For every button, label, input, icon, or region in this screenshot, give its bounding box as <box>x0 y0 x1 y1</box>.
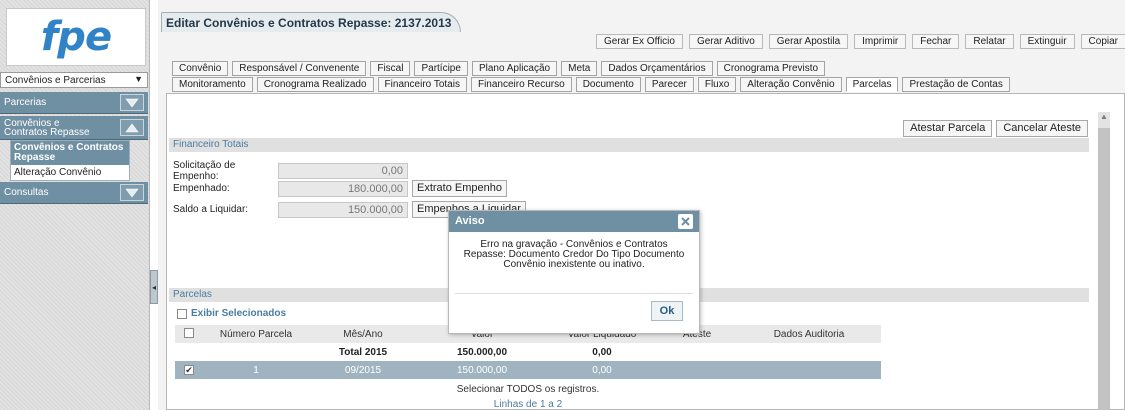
cell-valor: 150.000,00 <box>456 364 508 376</box>
close-icon[interactable] <box>678 214 693 229</box>
sidebar-group-convenios[interactable]: Convênios e Contratos Repasse <box>0 116 148 140</box>
select-all-link[interactable]: Selecionar TODOS os registros. <box>175 384 881 396</box>
dialog-divider <box>455 293 693 294</box>
pagination-info: Linhas de 1 a 2 <box>493 399 563 410</box>
empenhado-value: 180.000,00 <box>278 180 408 197</box>
logo-text: fpe <box>40 14 112 60</box>
copiar-button[interactable]: Copiar <box>1080 34 1125 49</box>
tab-documento[interactable]: Documento <box>575 77 641 92</box>
gerar-apostila-button[interactable]: Gerar Apostila <box>768 34 849 49</box>
exibir-checkbox[interactable] <box>177 308 187 319</box>
sidebar-group-consultas[interactable]: Consultas <box>0 182 148 204</box>
select-all-checkbox[interactable] <box>184 327 194 338</box>
tabs-row-2: Monitoramento Cronograma Realizado Finan… <box>172 77 1010 92</box>
tab-fluxo[interactable]: Fluxo <box>697 77 737 92</box>
tab-alteracao-convenio[interactable]: Alteração Convênio <box>740 77 842 92</box>
tab-dados-orcamentarios[interactable]: Dados Orçamentários <box>601 61 713 76</box>
tab-cronograma-previsto[interactable]: Cronograma Previsto <box>716 61 826 76</box>
sidebar-collapse-handle[interactable]: ◂ <box>150 270 158 304</box>
gerar-ex-officio-button[interactable]: Gerar Ex Officio <box>596 34 683 49</box>
tab-fiscal[interactable]: Fiscal <box>370 61 411 76</box>
tab-prestacao-contas[interactable]: Prestação de Contas <box>902 77 1010 92</box>
imprimir-button[interactable]: Imprimir <box>854 34 907 49</box>
sidebar-item-alteracao-convenio[interactable]: Alteração Convênio <box>11 165 129 180</box>
dialog-title: Aviso <box>455 215 485 227</box>
page-title: Editar Convênios e Contratos Repasse: 21… <box>161 12 461 32</box>
title-bar: Editar Convênios e Contratos Repasse: 21… <box>158 12 1125 32</box>
sidebar-group-label: Consultas <box>4 187 49 198</box>
total-valor: 150.000,00 <box>456 346 508 358</box>
tab-meta[interactable]: Meta <box>561 61 598 76</box>
tab-parcelas[interactable]: Parcelas <box>845 77 899 92</box>
tab-parecer[interactable]: Parecer <box>644 77 694 92</box>
col-dados-auditoria[interactable]: Dados Auditoria <box>737 329 881 340</box>
exibir-selecionados[interactable]: Exibir Selecionados <box>177 308 286 319</box>
cell-mes-ano: 09/2015 <box>344 364 382 376</box>
extrato-empenho-button[interactable]: Extrato Empenho <box>412 180 507 197</box>
cell-liquidado: 0,00 <box>592 364 612 376</box>
sidebar: fpe Convênios e Parcerias ▼ Parcerias Co… <box>0 0 150 410</box>
sidebar-group-parcerias[interactable]: Parcerias <box>0 92 148 114</box>
tab-responsavel[interactable]: Responsável / Convenente <box>232 61 367 76</box>
tab-monitoramento[interactable]: Monitoramento <box>172 77 253 92</box>
dialog-header: Aviso <box>449 211 699 232</box>
module-select-value: Convênios e Parcerias <box>5 74 106 86</box>
empenhado-label: Empenhado: <box>173 183 230 194</box>
total-label: Total 2015 <box>338 346 388 358</box>
toolbar: Gerar Ex Officio Gerar Aditivo Gerar Apo… <box>596 34 1125 49</box>
sidebar-group-label: Parcerias <box>4 97 47 108</box>
sidebar-submenu: Convênios e Contratos Repasse Alteração … <box>10 140 130 181</box>
dialog-message: Erro na gravação - Convênios e Contratos… <box>463 239 685 270</box>
table-total-row: Total 2015 150.000,00 0,00 <box>175 343 881 361</box>
scroll-up-icon[interactable]: ▲ <box>1098 112 1110 126</box>
tab-convenio[interactable]: Convênio <box>172 61 229 76</box>
col-numero[interactable]: Número Parcela <box>203 329 309 340</box>
solicitacao-row: Solicitação de Empenho: 0,00 <box>173 160 408 182</box>
table-row[interactable]: ✔ 1 09/2015 150.000,00 0,00 <box>175 361 881 379</box>
empenhado-row: Empenhado: 180.000,00 Extrato Empenho <box>173 180 507 197</box>
scrollbar[interactable]: ▲ <box>1098 112 1110 410</box>
chevron-down-icon: ▼ <box>134 74 143 84</box>
tab-cronograma-realizado[interactable]: Cronograma Realizado <box>256 77 374 92</box>
exibir-label: Exibir Selecionados <box>191 308 287 319</box>
logo: fpe <box>6 8 146 66</box>
solicitacao-value: 0,00 <box>278 163 408 179</box>
saldo-label: Saldo a Liquidar: <box>173 204 249 215</box>
aviso-dialog: Aviso Erro na gravação - Convênios e Con… <box>448 210 700 334</box>
main-panel: Editar Convênios e Contratos Repasse: 21… <box>158 0 1125 410</box>
fechar-button[interactable]: Fechar <box>912 34 960 49</box>
solicitacao-label: Solicitação de Empenho: <box>173 160 236 182</box>
cancelar-ateste-button[interactable]: Cancelar Ateste <box>996 120 1088 137</box>
scroll-thumb[interactable] <box>1098 128 1110 410</box>
expand-icon[interactable] <box>120 94 144 111</box>
cell-numero: 1 <box>253 364 259 376</box>
tab-financeiro-totais[interactable]: Financeiro Totais <box>377 77 467 92</box>
col-mes-ano[interactable]: Mês/Ano <box>309 329 417 340</box>
row-checkbox[interactable]: ✔ <box>184 364 194 375</box>
collapse-icon[interactable] <box>120 119 144 136</box>
gerar-aditivo-button[interactable]: Gerar Aditivo <box>688 34 763 49</box>
tab-plano-aplicacao[interactable]: Plano Aplicação <box>471 61 558 76</box>
sidebar-item-convenios-repasse[interactable]: Convênios e Contratos Repasse <box>11 141 129 165</box>
financeiro-section-title: Financeiro Totais <box>169 138 1089 152</box>
tabs-row-1: Convênio Responsável / Convenente Fiscal… <box>172 61 826 76</box>
saldo-value: 150.000,00 <box>278 201 408 218</box>
total-liquidado: 0,00 <box>592 346 612 358</box>
sidebar-group-label: Convênios e Contratos Repasse <box>4 117 90 138</box>
expand-icon[interactable] <box>120 184 144 201</box>
extinguir-button[interactable]: Extinguir <box>1019 34 1075 49</box>
module-select[interactable]: Convênios e Parcerias ▼ <box>0 72 148 88</box>
relatar-button[interactable]: Relatar <box>965 34 1014 49</box>
parcela-actions: Atestar Parcela Cancelar Ateste <box>903 120 1088 137</box>
tab-participe[interactable]: Partícipe <box>414 61 468 76</box>
tab-financeiro-recurso[interactable]: Financeiro Recurso <box>470 77 572 92</box>
atestar-parcela-button[interactable]: Atestar Parcela <box>903 120 993 137</box>
ok-button[interactable]: Ok <box>651 301 683 321</box>
